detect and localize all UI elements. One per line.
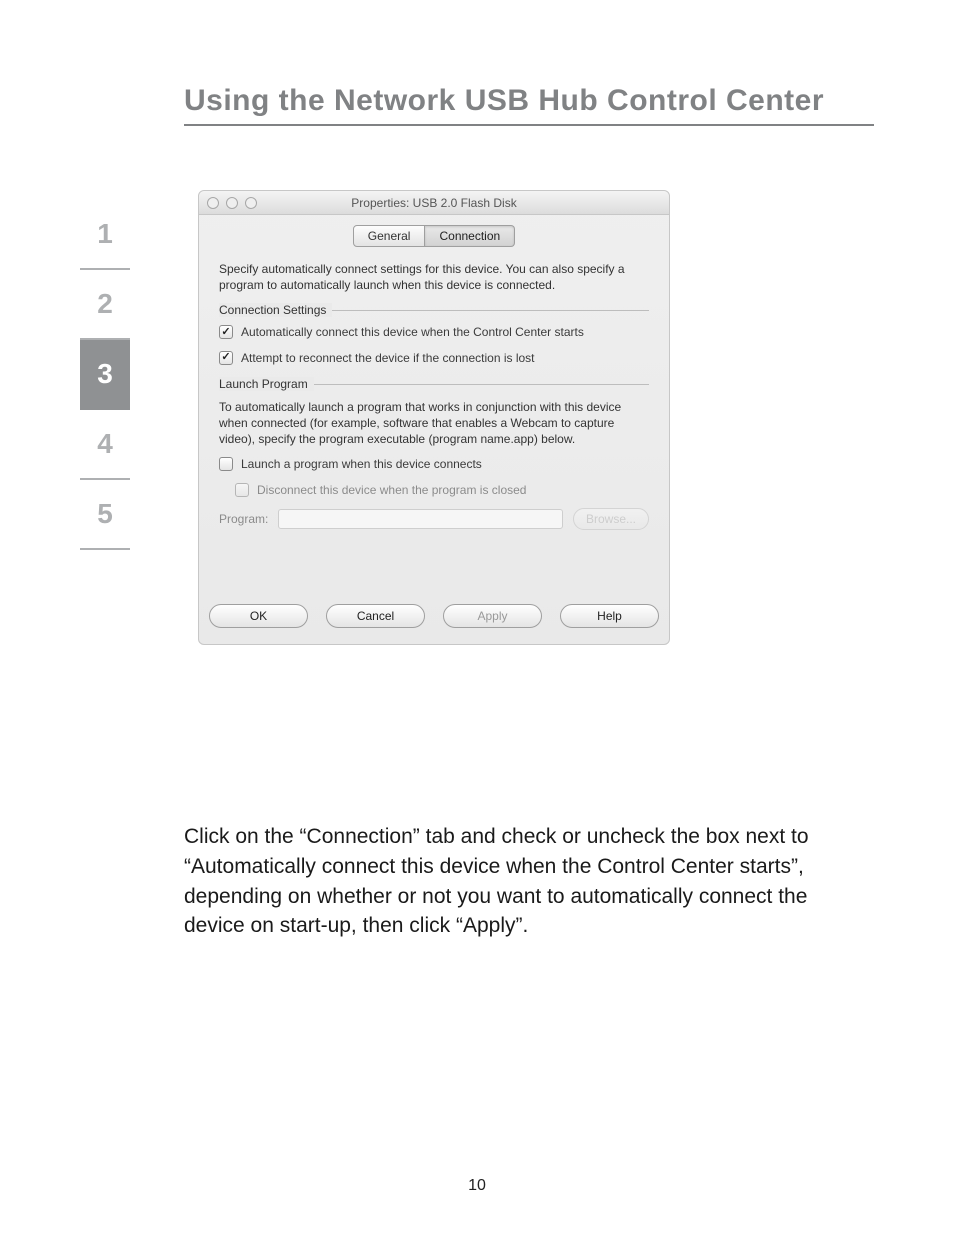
tab-connection[interactable]: Connection	[425, 225, 515, 247]
section-nav: 1 2 3 4 5	[80, 200, 130, 550]
cancel-button[interactable]: Cancel	[326, 604, 425, 628]
nav-item-5[interactable]: 5	[80, 480, 130, 550]
auto-connect-label: Automatically connect this device when t…	[241, 325, 584, 341]
disconnect-on-close-checkbox	[235, 483, 249, 497]
launch-intro-text: To automatically launch a program that w…	[219, 399, 649, 448]
launch-program-label: Launch Program	[219, 377, 649, 391]
nav-item-1[interactable]: 1	[80, 200, 130, 270]
disconnect-on-close-label: Disconnect this device when the program …	[257, 483, 526, 499]
page-title: Using the Network USB Hub Control Center	[184, 84, 874, 126]
nav-item-3[interactable]: 3	[80, 340, 130, 410]
reconnect-label: Attempt to reconnect the device if the c…	[241, 351, 535, 367]
tab-general[interactable]: General	[353, 225, 426, 247]
browse-button: Browse...	[573, 508, 649, 530]
help-button[interactable]: Help	[560, 604, 659, 628]
nav-item-2[interactable]: 2	[80, 270, 130, 340]
caption-text: Click on the “Connection” tab and check …	[184, 822, 864, 941]
program-label: Program:	[219, 512, 268, 526]
auto-connect-checkbox[interactable]	[219, 325, 233, 339]
page-number: 10	[0, 1177, 954, 1195]
tab-bar: General Connection	[199, 215, 669, 261]
reconnect-checkbox[interactable]	[219, 351, 233, 365]
connection-settings-label: Connection Settings	[219, 303, 649, 317]
intro-text: Specify automatically connect settings f…	[219, 261, 649, 293]
apply-button: Apply	[443, 604, 542, 628]
ok-button[interactable]: OK	[209, 604, 308, 628]
properties-dialog: Properties: USB 2.0 Flash Disk General C…	[198, 190, 670, 645]
launch-when-connect-label: Launch a program when this device connec…	[241, 457, 482, 473]
window-title: Properties: USB 2.0 Flash Disk	[199, 196, 669, 210]
program-input	[278, 509, 563, 529]
titlebar: Properties: USB 2.0 Flash Disk	[199, 191, 669, 215]
launch-when-connect-checkbox[interactable]	[219, 457, 233, 471]
nav-item-4[interactable]: 4	[80, 410, 130, 480]
